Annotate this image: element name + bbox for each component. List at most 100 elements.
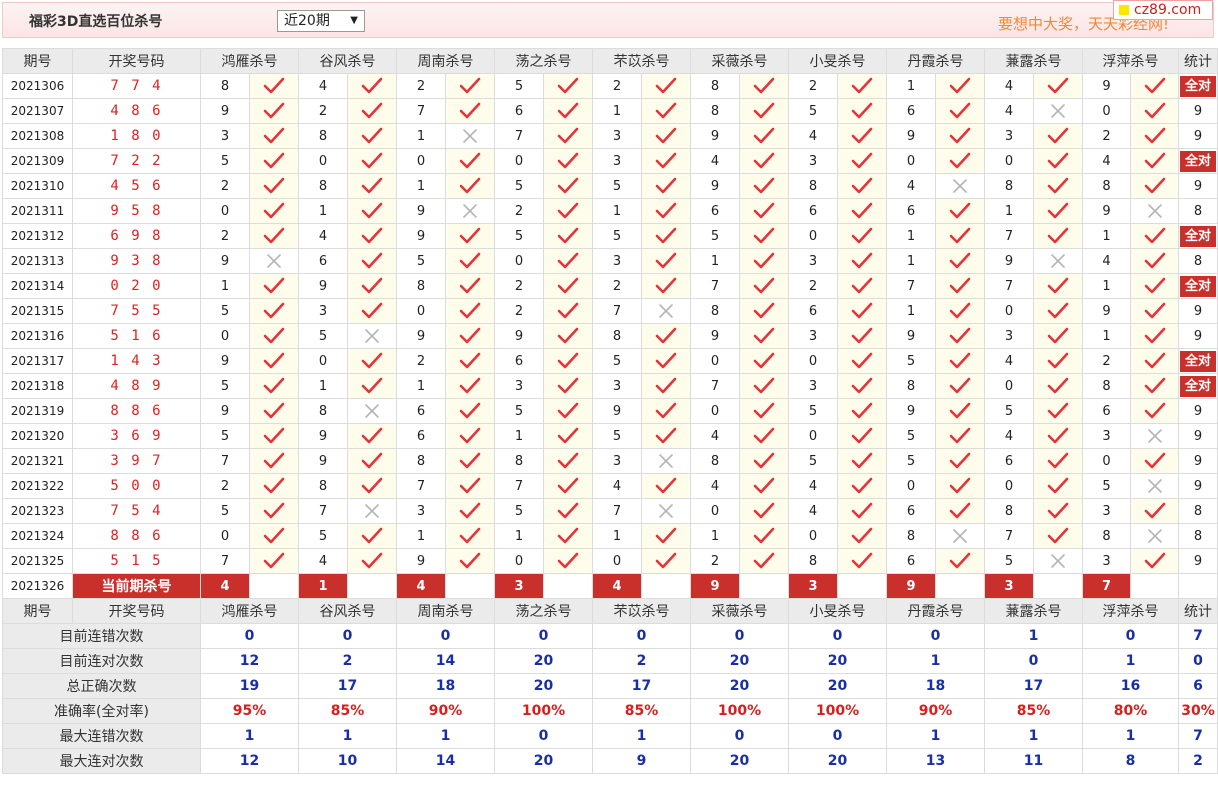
check-icon [935, 248, 985, 274]
check-icon [837, 73, 887, 99]
check-icon [739, 498, 789, 524]
cross-icon-glyph [953, 179, 967, 193]
period-cell: 2021322 [2, 473, 73, 499]
check-icon-glyph [753, 277, 775, 294]
table-header: 期号 开奖号码 鸿雁杀号 谷风杀号 周南杀号 荡之杀号 芣苡杀号 采薇杀号 小旻杀号 丹霞杀号 蒹露… [2, 48, 1218, 74]
check-icon [249, 473, 299, 499]
header-expert: 采薇杀号 [690, 598, 789, 624]
check-icon-glyph [851, 327, 873, 344]
period-cell: 2021307 [2, 98, 73, 124]
check-icon-glyph [1144, 302, 1165, 319]
stat-cell: 8 [1178, 523, 1218, 549]
table-row: 2021325 5 1 57 4 9 0 0 2 8 6 5 3 9 [2, 548, 1218, 574]
site-logo[interactable]: cz89.com [1113, 0, 1213, 20]
all-correct-badge: 全对 [1180, 75, 1216, 97]
check-icon [543, 223, 593, 249]
check-icon-glyph [557, 452, 579, 469]
draw-numbers: 9 3 8 [72, 248, 201, 274]
check-icon-glyph [361, 477, 383, 494]
kill-number: 1 [592, 98, 642, 124]
kill-number: 1 [1082, 273, 1131, 299]
header-expert: 鸿雁杀号 [200, 48, 299, 74]
check-icon-glyph [361, 177, 383, 194]
check-icon [1033, 223, 1083, 249]
check-icon [347, 298, 397, 324]
header-expert: 周南杀号 [396, 48, 495, 74]
check-icon-glyph [655, 152, 677, 169]
summary-value: 18 [396, 673, 495, 699]
summary-label: 总正确次数 [2, 673, 201, 699]
check-icon [935, 373, 985, 399]
kill-number: 5 [788, 398, 838, 424]
stat-cell: 8 [1178, 198, 1218, 224]
kill-number: 3 [396, 498, 446, 524]
check-icon [1130, 273, 1179, 299]
kill-number: 2 [788, 73, 838, 99]
cross-icon [935, 523, 985, 549]
check-icon [1130, 73, 1179, 99]
stat-cell: 9 [1178, 98, 1218, 124]
check-icon-glyph [557, 127, 579, 144]
summary-value: 20 [494, 748, 593, 774]
check-icon [347, 223, 397, 249]
draw-numbers: 7 5 5 [72, 298, 201, 324]
check-icon-glyph [851, 502, 873, 519]
cross-icon-glyph [463, 129, 477, 143]
table-row: 2021319 8 8 698659059569 [2, 398, 1218, 424]
draw-numbers: 3 6 9 [72, 423, 201, 449]
check-icon [1130, 548, 1179, 574]
check-icon-glyph [459, 352, 481, 369]
kill-number: 9 [396, 223, 446, 249]
check-icon-glyph [1144, 377, 1165, 394]
check-icon [935, 273, 985, 299]
check-icon [249, 298, 299, 324]
check-icon [445, 148, 495, 174]
header-expert: 丹霞杀号 [886, 48, 985, 74]
summary-value: 100% [788, 698, 887, 724]
kill-number: 5 [690, 223, 740, 249]
summary-value: 12 [200, 648, 299, 674]
check-icon-glyph [361, 202, 383, 219]
check-icon-glyph [1144, 552, 1165, 569]
check-icon [249, 73, 299, 99]
check-icon-glyph [263, 552, 285, 569]
check-icon-glyph [949, 202, 971, 219]
current-blank [1033, 573, 1083, 599]
kill-number: 4 [1082, 148, 1131, 174]
check-icon [543, 298, 593, 324]
check-icon [1033, 448, 1083, 474]
kill-number: 9 [886, 398, 936, 424]
kill-number: 8 [886, 373, 936, 399]
check-icon [739, 148, 789, 174]
current-blank [543, 573, 593, 599]
kill-number: 5 [592, 348, 642, 374]
check-icon [641, 323, 691, 349]
check-icon-glyph [1047, 377, 1069, 394]
kill-number: 0 [494, 548, 544, 574]
check-icon-glyph [459, 252, 481, 269]
check-icon-glyph [1144, 402, 1165, 419]
page-title: 福彩3D直选百位杀号 [29, 14, 163, 30]
current-period-row: 2021326 当前期杀号 4 1 4 3 4 9 3 9 3 7 [2, 573, 1218, 599]
check-icon-glyph [557, 502, 579, 519]
check-icon [837, 523, 887, 549]
check-icon [1130, 248, 1179, 274]
stat-cell: 全对 [1178, 348, 1218, 374]
check-icon-glyph [949, 452, 971, 469]
check-icon-glyph [361, 552, 383, 569]
summary-value: 0 [396, 623, 495, 649]
kill-number: 9 [592, 398, 642, 424]
check-icon [739, 323, 789, 349]
kill-number: 2 [1082, 123, 1131, 149]
check-icon [935, 323, 985, 349]
check-icon-glyph [851, 552, 873, 569]
check-icon [445, 298, 495, 324]
current-blank [935, 573, 985, 599]
check-icon-glyph [851, 177, 873, 194]
kill-number: 3 [1082, 498, 1131, 524]
kill-number: 1 [494, 523, 544, 549]
kill-number: 0 [788, 223, 838, 249]
header-expert: 谷风杀号 [298, 48, 397, 74]
summary-value: 0 [494, 623, 593, 649]
period-select[interactable]: 近20期 ▼ [277, 10, 365, 32]
